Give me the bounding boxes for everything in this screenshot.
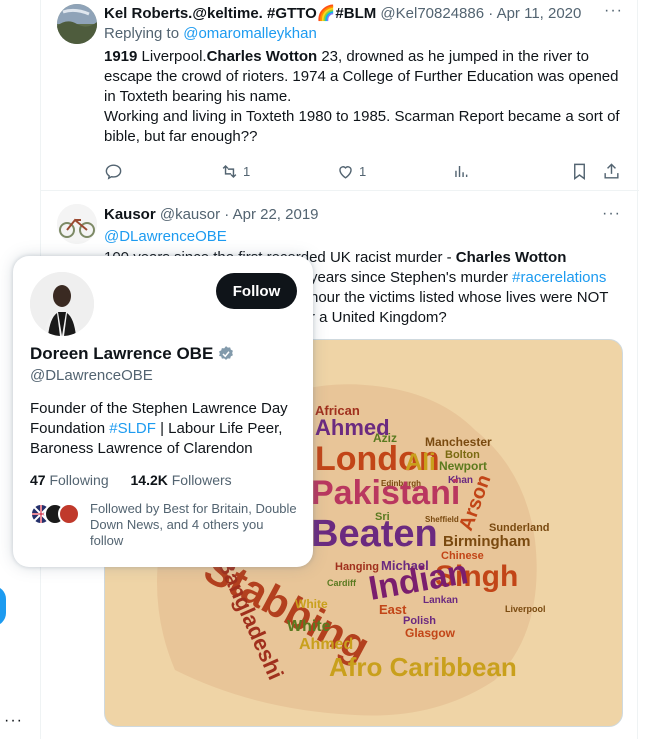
replying-label: Replying to bbox=[104, 25, 184, 42]
word-ali: Ali bbox=[405, 449, 436, 476]
word-ahmed: Ahmed bbox=[299, 636, 353, 653]
tweet[interactable]: Kel Roberts.@keltime. #GTTO🌈#BLM @Kel708… bbox=[41, 0, 639, 191]
following-link[interactable]: 47 Following bbox=[30, 472, 109, 488]
views-icon bbox=[455, 165, 468, 177]
tweet-text-part: Liverpool. bbox=[137, 48, 207, 65]
tweet-text-part: hour the victims listed whose lives were… bbox=[310, 289, 609, 306]
word-birmingham: Birmingham bbox=[443, 533, 531, 550]
like-button[interactable]: 1 bbox=[336, 162, 452, 181]
retweet-icon bbox=[222, 164, 237, 178]
word-beaten: Beaten bbox=[311, 513, 438, 555]
followed-by-text: Followed by Best for Britain, Double Dow… bbox=[90, 501, 297, 548]
word-liverpool: Liverpool bbox=[505, 604, 546, 614]
hovercard-name[interactable]: Doreen Lawrence OBE bbox=[30, 344, 235, 364]
hovercard-name-text[interactable]: Doreen Lawrence OBE bbox=[30, 344, 213, 364]
replying-mention-link[interactable]: @omaromalleykhan bbox=[183, 25, 317, 42]
word-afro-caribbean: Afro Caribbean bbox=[329, 652, 517, 682]
word-cardiff: Cardiff bbox=[327, 578, 357, 588]
author-handle[interactable]: @Kel70824886 bbox=[380, 5, 484, 22]
followers-link[interactable]: 14.2K Followers bbox=[131, 472, 232, 488]
tweet-text-part: years since Stephen's murder bbox=[310, 269, 513, 286]
tweet-text: 1919 Liverpool.Charles Wotton 23, drowne… bbox=[104, 47, 624, 147]
retweet-count: 1 bbox=[243, 163, 251, 179]
tweet-bold-name: Charles Wotton bbox=[455, 249, 567, 266]
follower-avatar bbox=[58, 503, 80, 525]
verified-badge-icon bbox=[219, 346, 234, 360]
author-handle[interactable]: @kausor bbox=[160, 206, 220, 223]
mention-link[interactable]: @DLawrenceOBE bbox=[104, 228, 227, 245]
tweet-text-part: r a United Kingdom? bbox=[310, 309, 447, 326]
followers-label: Followers bbox=[167, 472, 232, 488]
word-pakistani: Pakistani bbox=[311, 474, 460, 512]
author-name[interactable]: Kausor bbox=[104, 206, 156, 223]
heart-icon bbox=[339, 165, 352, 179]
reply-icon bbox=[105, 163, 122, 180]
hovercard-handle[interactable]: @DLawrenceOBE bbox=[30, 367, 153, 384]
followers-count: 14.2K bbox=[130, 472, 168, 488]
following-label: Following bbox=[45, 472, 109, 488]
bookmark-icon bbox=[574, 163, 585, 180]
post-button-edge[interactable] bbox=[0, 586, 6, 626]
tweet-bold-name: Charles Wotton bbox=[206, 48, 318, 65]
reply-button[interactable] bbox=[104, 162, 220, 181]
tweet-year: 1919 bbox=[104, 48, 138, 65]
tweet-actions: 1 1 bbox=[104, 160, 624, 182]
more-options-icon[interactable]: ··· bbox=[602, 205, 621, 223]
share-icon bbox=[604, 162, 619, 179]
word-newport: Newport bbox=[439, 459, 487, 473]
word-african: White bbox=[287, 618, 331, 635]
avatar[interactable] bbox=[57, 4, 97, 44]
tweet-date[interactable]: · Apr 11, 2020 bbox=[488, 5, 581, 22]
more-menu-icon[interactable]: ··· bbox=[4, 712, 23, 730]
word-glasgow: Glasgow bbox=[405, 626, 456, 640]
bookmark-button[interactable] bbox=[570, 162, 602, 181]
hashtag-link[interactable]: #SLDF bbox=[109, 420, 156, 437]
word-lankan: Lankan bbox=[423, 595, 458, 606]
hashtag-link[interactable]: #racerelations bbox=[512, 269, 606, 286]
replying-to: Replying to @omaromalleykhan bbox=[104, 25, 317, 42]
like-count: 1 bbox=[359, 163, 367, 179]
following-count: 47 bbox=[30, 472, 46, 488]
hovercard-stats: 47 Following 14.2K Followers bbox=[30, 472, 232, 488]
followed-by-avatars bbox=[30, 503, 82, 529]
retweet-button[interactable]: 1 bbox=[220, 162, 336, 181]
followed-by[interactable]: Followed by Best for Britain, Double Dow… bbox=[30, 501, 300, 549]
views-button[interactable] bbox=[452, 162, 570, 181]
author-name[interactable]: Kel Roberts.@keltime. #GTTO🌈#BLM bbox=[104, 5, 376, 22]
hovercard-bio: Founder of the Stephen Lawrence Day Foun… bbox=[30, 399, 300, 459]
tweet-date[interactable]: · Apr 22, 2019 bbox=[224, 206, 318, 223]
more-options-icon[interactable]: ··· bbox=[604, 2, 623, 20]
tweet-text-part: Working and living in Toxteth 1980 to 19… bbox=[104, 108, 620, 145]
follow-button[interactable]: Follow bbox=[216, 273, 297, 309]
share-button[interactable] bbox=[602, 162, 624, 181]
profile-hovercard: Follow Doreen Lawrence OBE @DLawrenceOBE… bbox=[13, 256, 313, 567]
avatar[interactable] bbox=[57, 204, 97, 244]
word-white: White bbox=[295, 597, 328, 611]
hovercard-avatar[interactable] bbox=[30, 272, 94, 336]
